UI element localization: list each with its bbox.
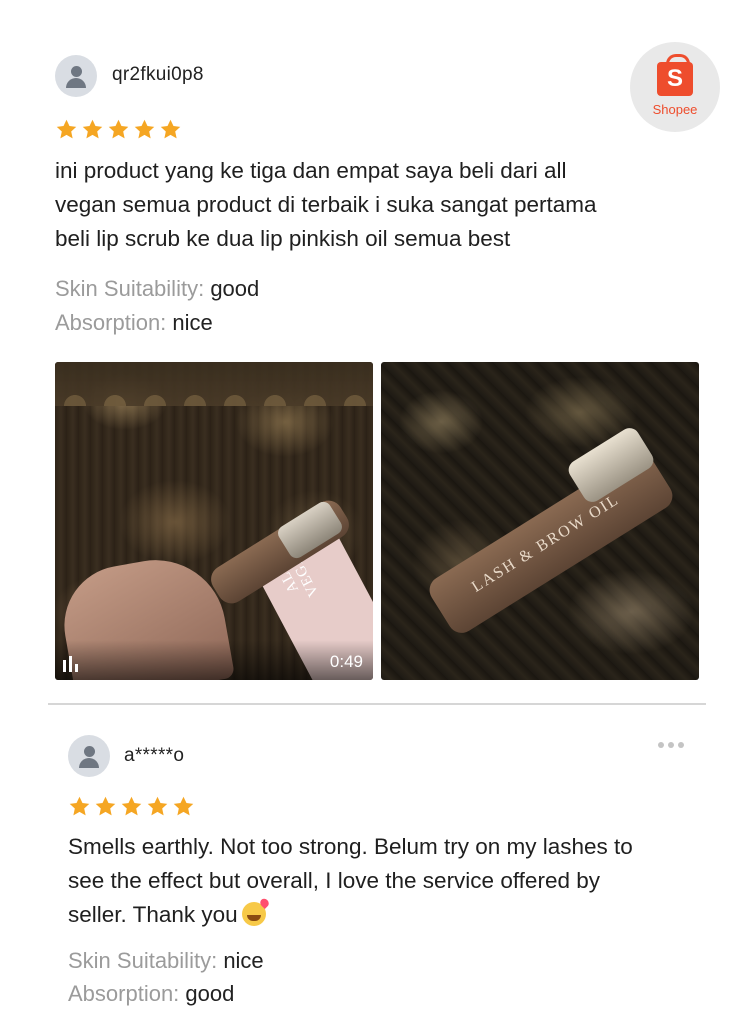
star-icon xyxy=(94,795,117,818)
attribute-label: Absorption: xyxy=(55,310,167,335)
review-text-line: beli lip scrub ke dua lip pinkish oil se… xyxy=(55,226,511,251)
star-icon xyxy=(55,118,78,141)
shopee-label: Shopee xyxy=(652,102,698,117)
attribute-label: Absorption: xyxy=(68,981,180,1006)
attribute-value: nice xyxy=(223,948,264,973)
star-icon xyxy=(107,118,130,141)
star-icon xyxy=(146,795,169,818)
smiling-face-with-hearts-icon xyxy=(241,902,266,926)
star-icon xyxy=(172,795,195,818)
star-icon xyxy=(120,795,143,818)
review-video-thumbnail[interactable]: ALL VEGAN 0:49 xyxy=(55,362,373,680)
attribute-value: good xyxy=(185,981,235,1006)
star-icon xyxy=(81,118,104,141)
shopping-bag-icon: S xyxy=(657,54,693,96)
reviewer-username[interactable]: a*****o xyxy=(124,745,184,767)
review-text-line: ini product yang ke tiga dan empat saya … xyxy=(55,158,567,183)
attribute-value: nice xyxy=(172,310,213,335)
star-icon xyxy=(159,118,182,141)
attribute-label: Skin Suitability: xyxy=(68,948,218,973)
review-image-thumbnail[interactable]: LASH & BROW OIL xyxy=(381,362,699,680)
product-tube: LASH & BROW OIL xyxy=(424,447,678,639)
attribute-label: Skin Suitability: xyxy=(55,276,205,301)
attribute-skin-suitability: Skin Suitability: good xyxy=(55,274,259,304)
star-rating xyxy=(55,118,182,141)
more-options-icon[interactable] xyxy=(658,742,684,748)
review-text-line: vegan semua product di terbaik i suka sa… xyxy=(55,192,597,217)
divider xyxy=(48,703,706,705)
review-text: ini product yang ke tiga dan empat saya … xyxy=(55,154,695,256)
star-rating xyxy=(68,795,195,818)
review-card-2: a*****o Smells earthly. Not too strong. … xyxy=(0,712,754,1024)
review-text: Smells earthly. Not too strong. Belum tr… xyxy=(68,830,708,932)
review-text-line: see the effect but overall, I love the s… xyxy=(68,868,600,893)
video-indicator-icon xyxy=(63,656,87,672)
avatar[interactable] xyxy=(55,55,97,97)
review-text-line: Smells earthly. Not too strong. Belum tr… xyxy=(68,834,633,859)
attribute-absorption: Absorption: good xyxy=(68,979,234,1009)
shopee-logo[interactable]: S Shopee xyxy=(630,42,720,132)
product-tube-text: LASH & BROW OIL xyxy=(468,490,623,596)
review-text-line: seller. Thank you xyxy=(68,898,708,932)
attribute-skin-suitability: Skin Suitability: nice xyxy=(68,946,264,976)
star-icon xyxy=(68,795,91,818)
avatar[interactable] xyxy=(68,735,110,777)
review-card-1: qr2fkui0p8 ini product yang ke tiga dan … xyxy=(0,0,754,700)
attribute-value: good xyxy=(210,276,260,301)
attribute-absorption: Absorption: nice xyxy=(55,308,213,338)
video-duration: 0:49 xyxy=(329,652,363,671)
star-icon xyxy=(133,118,156,141)
reviewer-username[interactable]: qr2fkui0p8 xyxy=(112,64,204,86)
